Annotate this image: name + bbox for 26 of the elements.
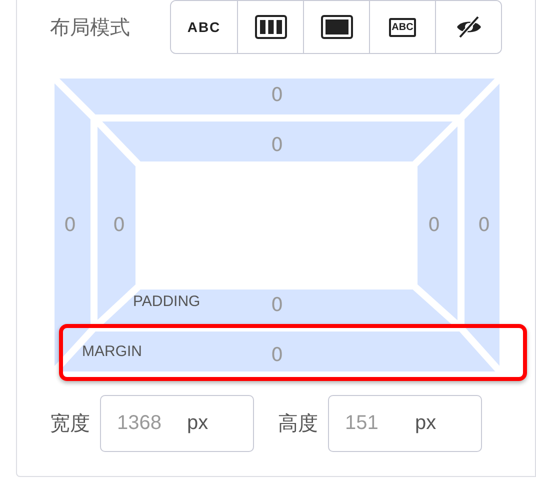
size-field[interactable]: 1368 px — [100, 395, 254, 452]
size-label: 宽度 — [50, 410, 90, 437]
hide-mode-button[interactable] — [435, 1, 501, 53]
margin-value[interactable]: 0 — [64, 214, 76, 236]
padding-value[interactable]: 0 — [270, 134, 284, 156]
size-input[interactable]: 1368 — [117, 412, 187, 435]
padding-caption: PADDING — [133, 293, 200, 310]
padding-value[interactable]: 0 — [270, 294, 284, 316]
eye-slash-icon — [454, 15, 482, 39]
padding-side[interactable]: 0 — [102, 122, 453, 162]
size-label: 高度 — [278, 410, 318, 437]
padding-value[interactable]: 0 — [428, 214, 440, 236]
margin-side[interactable]: 0 — [464, 84, 500, 366]
margin-value[interactable]: 0 — [270, 344, 284, 366]
padding-side[interactable]: PADDING 0 — [102, 290, 452, 324]
block-icon — [320, 15, 352, 39]
padding-value[interactable]: 0 — [112, 214, 126, 236]
size-field[interactable]: 151 px — [328, 395, 482, 452]
columns-icon — [254, 15, 286, 39]
padding-side[interactable]: 0 — [98, 126, 136, 320]
padding-side[interactable]: 0 — [418, 126, 458, 320]
margin-side[interactable]: 0 — [59, 78, 495, 114]
margin-value[interactable]: 0 — [478, 214, 490, 236]
margin-value[interactable]: 0 — [270, 84, 284, 106]
size-input[interactable]: 151 — [345, 412, 415, 435]
layout-mode-label: 布局模式 — [50, 14, 131, 40]
